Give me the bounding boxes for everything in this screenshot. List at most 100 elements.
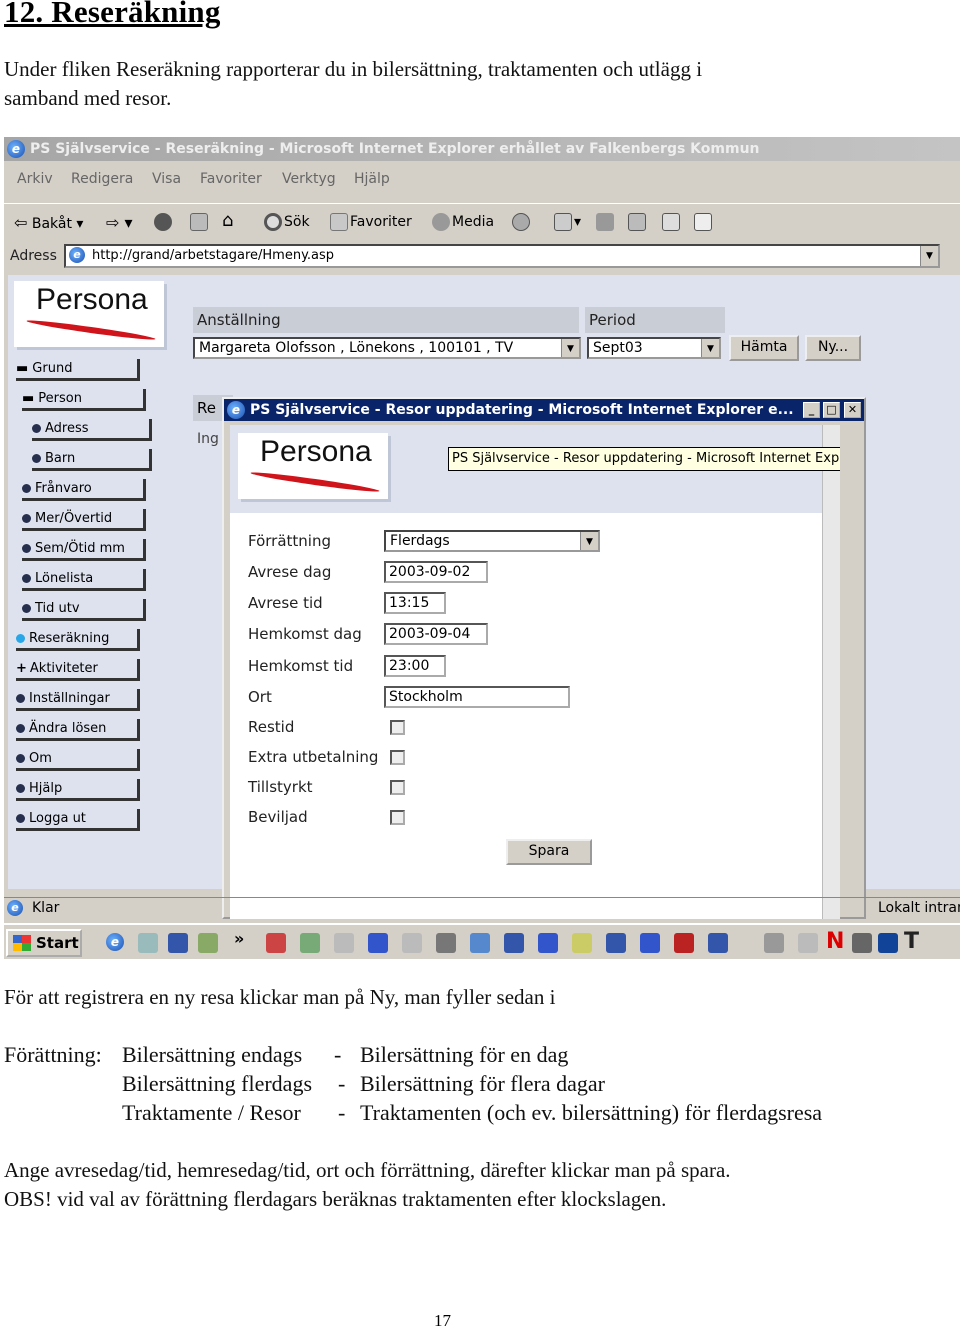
ort-input[interactable]: Stockholm bbox=[384, 686, 570, 708]
task-icon-8[interactable] bbox=[538, 933, 558, 953]
nav-andra-losen[interactable]: Ändra lösen bbox=[16, 719, 140, 741]
intro-line-2: samband med resor. bbox=[4, 86, 172, 110]
nav-tid-utv[interactable]: Tid utv bbox=[22, 599, 146, 621]
task-icon-4[interactable] bbox=[368, 933, 388, 953]
address-input[interactable]: e http://grand/arbetstagare/Hmeny.asp ▼ bbox=[64, 244, 940, 268]
tray-icon-a[interactable] bbox=[852, 933, 872, 953]
active-bullet-icon bbox=[16, 634, 25, 643]
menu-visa[interactable]: Visa bbox=[152, 171, 181, 187]
save-button[interactable]: Spara bbox=[506, 839, 592, 865]
taskbar-more-chevron[interactable]: » bbox=[234, 929, 244, 948]
task-icon-10[interactable] bbox=[640, 933, 660, 953]
tray-network-icon[interactable] bbox=[764, 933, 784, 953]
nav-logga-ut[interactable]: Logga ut bbox=[16, 809, 140, 831]
start-button[interactable]: Start bbox=[6, 929, 82, 957]
beviljad-label: Beviljad bbox=[248, 808, 308, 826]
menu-favoriter[interactable]: Favoriter bbox=[200, 171, 262, 187]
hemkomst-dag-input[interactable]: 2003-09-04 bbox=[384, 623, 488, 645]
nav-mer-overtid[interactable]: Mer/Övertid bbox=[22, 509, 146, 531]
task-icon-2[interactable] bbox=[300, 933, 320, 953]
task-icon-word-3[interactable] bbox=[708, 933, 728, 953]
ie-icon: e bbox=[227, 401, 245, 419]
discuss-button[interactable] bbox=[662, 213, 682, 231]
edit-button[interactable] bbox=[628, 213, 648, 231]
stop-icon bbox=[154, 213, 172, 231]
task-icon-5[interactable] bbox=[402, 933, 422, 953]
quicklaunch-mail-icon[interactable] bbox=[138, 933, 158, 953]
stop-button[interactable] bbox=[154, 213, 174, 231]
bullet-icon bbox=[22, 544, 31, 553]
close-icon[interactable]: ✕ bbox=[844, 402, 861, 418]
minimize-icon[interactable]: _ bbox=[803, 402, 820, 418]
tray-volume-icon[interactable] bbox=[798, 933, 818, 953]
maximize-icon[interactable]: □ bbox=[823, 402, 840, 418]
beviljad-checkbox[interactable] bbox=[390, 810, 405, 825]
travel-row-peek: Ing bbox=[197, 431, 219, 447]
print-button[interactable] bbox=[596, 213, 616, 231]
task-icon-11[interactable] bbox=[674, 933, 694, 953]
nav-barn[interactable]: Barn bbox=[32, 449, 152, 471]
fetch-button[interactable]: Hämta bbox=[729, 335, 799, 361]
messenger-button[interactable] bbox=[694, 213, 714, 231]
task-icon-6[interactable] bbox=[436, 933, 456, 953]
task-icon-word-2[interactable] bbox=[606, 933, 626, 953]
nav-om[interactable]: Om bbox=[16, 749, 140, 771]
nav-person[interactable]: ▬ Person bbox=[22, 389, 146, 411]
tillstyrkt-checkbox[interactable] bbox=[390, 780, 405, 795]
menu-verktyg[interactable]: Verktyg bbox=[282, 171, 336, 187]
menu-hjalp[interactable]: Hjälp bbox=[354, 171, 390, 187]
history-button[interactable] bbox=[512, 213, 532, 231]
task-icon-1[interactable] bbox=[266, 933, 286, 953]
status-text: Klar bbox=[32, 900, 60, 916]
quicklaunch-ie-icon[interactable]: e bbox=[106, 933, 124, 951]
tray-n-icon[interactable]: N bbox=[826, 929, 844, 954]
hemkomst-dag-label: Hemkomst dag bbox=[248, 625, 362, 643]
quicklaunch-app-icon[interactable] bbox=[198, 933, 218, 953]
nav-adress[interactable]: Adress bbox=[32, 419, 152, 441]
avrese-dag-input[interactable]: 2003-09-02 bbox=[384, 561, 488, 583]
extra-utbetalning-checkbox[interactable] bbox=[390, 750, 405, 765]
menu-arkiv[interactable]: Arkiv bbox=[17, 171, 53, 187]
nav-lonelista[interactable]: Lönelista bbox=[22, 569, 146, 591]
popup-scrollbar[interactable] bbox=[822, 425, 840, 919]
search-button[interactable]: Sök bbox=[264, 213, 310, 231]
refresh-button[interactable] bbox=[190, 213, 210, 231]
home-button[interactable]: ⌂ bbox=[222, 210, 233, 231]
restid-checkbox[interactable] bbox=[390, 720, 405, 735]
hemkomst-tid-input[interactable]: 23:00 bbox=[384, 655, 446, 677]
media-button[interactable]: Media bbox=[432, 213, 494, 231]
task-icon-7[interactable] bbox=[470, 933, 490, 953]
new-button[interactable]: Ny... bbox=[805, 335, 861, 361]
task-icon-word-1[interactable] bbox=[504, 933, 524, 953]
favorites-button[interactable]: Favoriter bbox=[330, 213, 412, 231]
nav-franvaro[interactable]: Frånvaro bbox=[22, 479, 146, 501]
forward-button[interactable]: ⇨ ▾ bbox=[106, 213, 133, 232]
tray-icon-b[interactable] bbox=[878, 933, 898, 953]
employment-select[interactable]: Margareta Olofsson , Lönekons , 100101 ,… bbox=[193, 337, 581, 359]
nav-aktiviteter[interactable]: + Aktiviteter bbox=[16, 659, 140, 681]
nav-hjalp[interactable]: Hjälp bbox=[16, 779, 140, 801]
forrattning-select[interactable]: Flerdags ▼ bbox=[384, 530, 600, 552]
tray-t-icon[interactable]: T bbox=[904, 929, 919, 954]
nav-sem-otid[interactable]: Sem/Ötid mm bbox=[22, 539, 146, 561]
menu-redigera[interactable]: Redigera bbox=[71, 171, 133, 187]
logo-swoosh-icon bbox=[250, 469, 380, 495]
nav-grund[interactable]: ▬ Grund bbox=[16, 359, 140, 381]
after-line: För att registrera en ny resa klickar ma… bbox=[4, 985, 556, 1009]
persona-logo: Persona bbox=[14, 281, 164, 347]
quicklaunch-desktop-icon[interactable] bbox=[168, 933, 188, 953]
task-icon-3[interactable] bbox=[334, 933, 354, 953]
period-select[interactable]: Sept03 ▼ bbox=[587, 337, 721, 359]
status-zone: Lokalt intran bbox=[878, 900, 960, 916]
mail-button[interactable]: ▾ bbox=[554, 213, 581, 231]
period-label: Period bbox=[585, 307, 725, 333]
nav-reserakning[interactable]: Reseräkning bbox=[16, 629, 140, 651]
avrese-tid-input[interactable]: 13:15 bbox=[384, 592, 446, 614]
back-button[interactable]: ⇦ Bakåt ▾ bbox=[14, 213, 83, 232]
task-icon-9[interactable] bbox=[572, 933, 592, 953]
browser-titlebar: e PS Självservice - Reseräkning - Micros… bbox=[4, 137, 960, 161]
address-dropdown-icon[interactable]: ▼ bbox=[920, 246, 938, 266]
collapse-icon: ▬ bbox=[22, 391, 35, 406]
nav-installningar[interactable]: Inställningar bbox=[16, 689, 140, 711]
intro-line-1: Under fliken Reseräkning rapporterar du … bbox=[4, 57, 703, 81]
